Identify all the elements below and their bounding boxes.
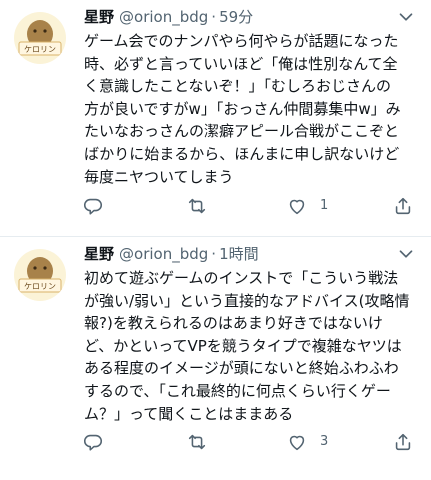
more-options-button[interactable] <box>395 243 417 265</box>
tweet-text-line: く意識したことないぞ！」「むしろおじさんの <box>84 77 392 96</box>
retweet-button[interactable] <box>186 430 220 454</box>
author-handle[interactable]: @orion_bdg <box>119 8 208 26</box>
tweet-header: 星野 @orion_bdg · 59分 <box>84 6 417 28</box>
like-count: 3 <box>320 434 329 449</box>
author-name[interactable]: 星野 <box>84 245 114 263</box>
chevron-down-icon <box>399 13 413 21</box>
like-button[interactable]: 1 <box>286 194 328 218</box>
like-count: 1 <box>320 198 329 213</box>
tweet-header: 星野 @orion_bdg · 1時間 <box>84 243 417 265</box>
potato-character-icon: ケロリン <box>18 257 62 293</box>
reply-button[interactable] <box>82 194 116 218</box>
share-button[interactable] <box>392 430 414 454</box>
tweet-text-line: 初めて遊ぶゲームのインストで「こういう戦法 <box>84 269 399 287</box>
tweet-text-line: 毎度ニヤついてしまう <box>84 167 234 186</box>
tweet[interactable]: ケロリン 星野 @orion_bdg · 59分 ゲーム会でのナンパやら何やらが話題に… <box>0 0 431 236</box>
chevron-down-icon <box>399 250 413 258</box>
tweet-text-line: ど、かといってVPを競うタイプで複雑なヤツは <box>84 336 402 355</box>
reply-icon <box>84 434 102 451</box>
tweet-actions: 1 <box>84 194 417 218</box>
tweet-text-line: するので、「これ最終的に何点くらい行くゲー <box>84 381 391 400</box>
retweet-icon <box>188 434 206 450</box>
tweet-actions: 3 <box>84 430 417 454</box>
retweet-button[interactable] <box>186 194 220 218</box>
tweet-text-line: ある程度のイメージが頭にないと終始ふわふわ <box>84 359 399 378</box>
avatar[interactable]: ケロリン <box>14 12 66 64</box>
separator: · <box>211 245 217 263</box>
reply-icon <box>84 198 102 215</box>
tweet-text: 初めて遊ぶゲームのインストで「こういう戦法 が強い/弱い」という直接的なアドバイ… <box>84 267 417 425</box>
heart-icon <box>289 435 305 451</box>
avatar[interactable]: ケロリン <box>14 249 66 301</box>
svg-text:ケロリン: ケロリン <box>24 45 56 54</box>
svg-text:ケロリン: ケロリン <box>24 282 56 291</box>
potato-character-icon: ケロリン <box>18 20 62 56</box>
share-icon <box>395 433 411 451</box>
share-icon <box>395 197 411 215</box>
share-button[interactable] <box>392 194 414 218</box>
separator: · <box>211 8 217 26</box>
tweet-text-line: 時、必ずと言っていいほど「俺は性別なんて全 <box>84 54 398 73</box>
timestamp[interactable]: 1時間 <box>219 245 259 263</box>
retweet-icon <box>188 198 206 214</box>
tweet-text-line: ム？」って聞くことはままある <box>84 404 294 423</box>
tweet-text-line: たいなおっさんの潔癖アピール合戦がここぞと <box>84 122 400 141</box>
tweet-text-line: が強い/弱い」という直接的なアドバイス(攻略情 <box>84 291 410 310</box>
tweet-text: ゲーム会でのナンパやら何やらが話題になった 時、必ずと言っていいほど「俺は性別な… <box>84 30 417 188</box>
tweet-text-line: 報?)を教えられるのはあまり好きではないけ <box>84 314 383 333</box>
author-name[interactable]: 星野 <box>84 8 114 26</box>
tweet-text-line: ゲーム会でのナンパやら何やらが話題になった <box>84 32 399 50</box>
timestamp[interactable]: 59分 <box>219 8 253 26</box>
heart-icon <box>289 199 305 215</box>
tweet-text-line: 方が良いですがw」「おっさん仲間募集中w」み <box>84 99 401 118</box>
more-options-button[interactable] <box>395 6 417 28</box>
tweet[interactable]: ケロリン 星野 @orion_bdg · 1時間 初めて遊ぶゲームのインストで「こうい… <box>0 237 431 480</box>
author-handle[interactable]: @orion_bdg <box>119 245 208 263</box>
like-button[interactable]: 3 <box>286 430 328 454</box>
tweet-text-line: ばかりに始まるから、ほんまに申し訳ないけど <box>84 144 400 163</box>
reply-button[interactable] <box>82 430 116 454</box>
